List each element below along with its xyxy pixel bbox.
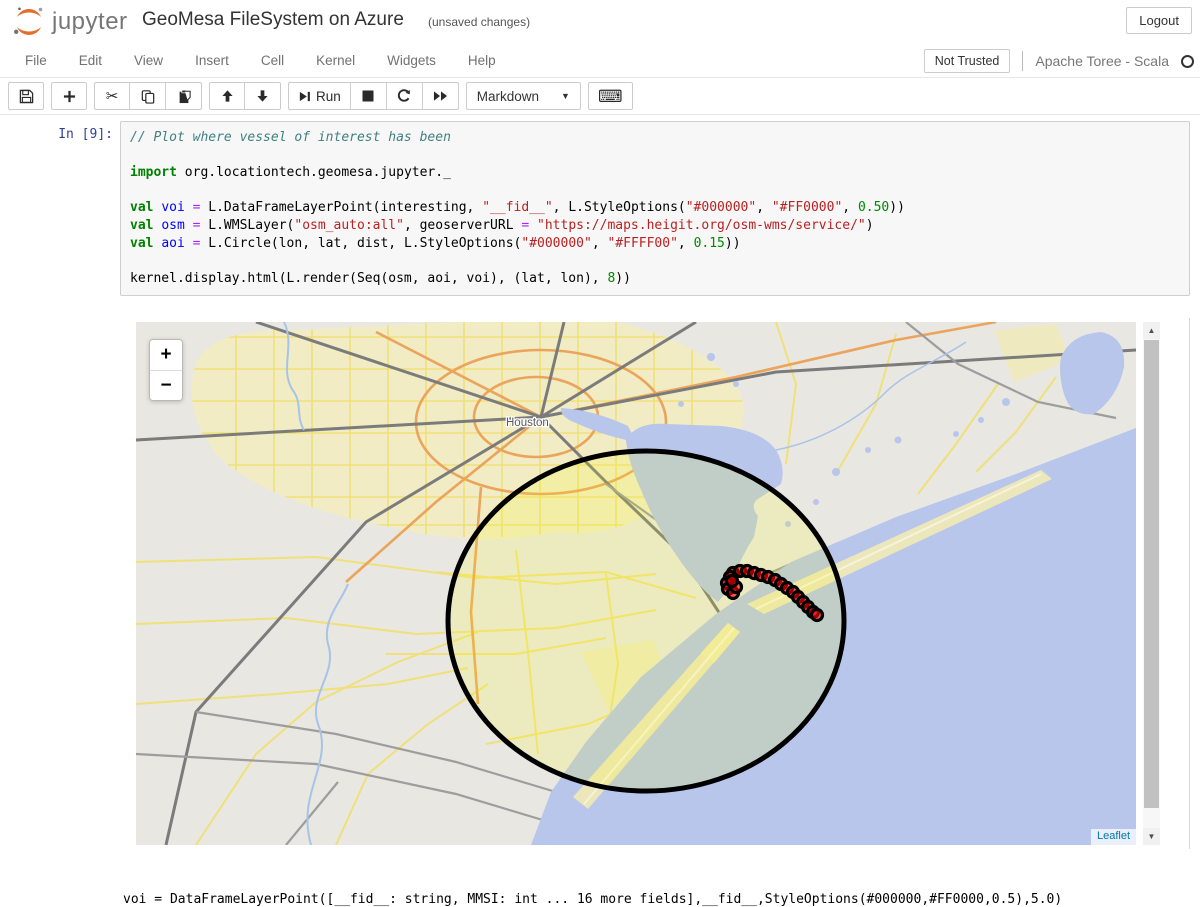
menubar: File Edit View Insert Cell Kernel Widget… — [0, 44, 1200, 78]
menubar-right: Not Trusted Apache Toree - Scala — [924, 44, 1194, 78]
cell-border — [1189, 318, 1190, 849]
stop-button[interactable] — [351, 82, 387, 110]
map-zoom-control: + − — [149, 339, 183, 401]
cell-type-value: Markdown — [477, 89, 539, 104]
restart-icon — [397, 89, 411, 103]
command-palette-button[interactable]: ⌨ — [588, 82, 633, 110]
menu-kernel[interactable]: Kernel — [300, 44, 371, 77]
menu-widgets[interactable]: Widgets — [371, 44, 452, 77]
logout-button[interactable]: Logout — [1126, 7, 1192, 34]
jupyter-logo-icon — [12, 6, 46, 38]
restart-kernel-button[interactable] — [387, 82, 423, 110]
city-label-houston: Houston — [506, 417, 549, 429]
trust-status-badge[interactable]: Not Trusted — [924, 49, 1011, 73]
cell-type-dropdown[interactable]: Markdown ▼ — [466, 82, 581, 110]
zoom-out-button[interactable]: − — [150, 370, 182, 400]
paste-icon — [177, 89, 191, 104]
output-line: voi = DataFrameLayerPoint([__fid__: stri… — [123, 891, 1198, 907]
input-prompt: In [9]: — [0, 127, 113, 142]
code-input-area[interactable]: // Plot where vessel of interest has bee… — [120, 121, 1190, 296]
checkpoint-status: (unsaved changes) — [428, 15, 530, 29]
add-cell-button[interactable] — [51, 82, 87, 110]
chevron-down-icon: ▼ — [561, 91, 570, 101]
menu-edit[interactable]: Edit — [63, 44, 118, 77]
copy-icon — [141, 89, 155, 104]
run-label: Run — [316, 89, 341, 104]
toolbar: ✂ Run — [0, 78, 1200, 115]
logo-wordmark: jupyter — [52, 8, 128, 36]
move-down-icon — [256, 89, 269, 103]
paste-button[interactable] — [166, 82, 202, 110]
move-up-icon — [221, 89, 234, 103]
restart-run-all-button[interactable] — [423, 82, 459, 110]
map-canvas: Houston — [136, 322, 1136, 845]
move-cell-up-button[interactable] — [209, 82, 245, 110]
scrollbar-thumb[interactable] — [1144, 340, 1159, 808]
leaflet-attribution[interactable]: Leaflet — [1091, 829, 1136, 845]
divider — [1022, 51, 1023, 71]
jupyter-logo[interactable]: jupyter — [12, 6, 128, 38]
run-button[interactable]: Run — [288, 82, 351, 110]
move-cell-down-button[interactable] — [245, 82, 281, 110]
kernel-status-icon — [1181, 55, 1194, 68]
fast-forward-icon — [433, 90, 448, 102]
menu-file[interactable]: File — [9, 44, 63, 77]
keyboard-icon: ⌨ — [598, 88, 623, 105]
menu-insert[interactable]: Insert — [179, 44, 245, 77]
aoi-circle — [448, 451, 844, 791]
menu-view[interactable]: View — [118, 44, 179, 77]
header: jupyter GeoMesa FileSystem on Azure (uns… — [0, 0, 1200, 44]
cut-icon: ✂ — [106, 89, 119, 104]
code-editor[interactable]: // Plot where vessel of interest has bee… — [130, 129, 1180, 287]
scroll-down-arrow[interactable]: ▼ — [1143, 828, 1160, 845]
cut-button[interactable]: ✂ — [94, 82, 130, 110]
menu-cell[interactable]: Cell — [245, 44, 300, 77]
save-button[interactable] — [8, 82, 44, 110]
stop-icon — [362, 90, 374, 102]
map-output[interactable]: Houston + − Leaflet — [136, 322, 1136, 845]
copy-button[interactable] — [130, 82, 166, 110]
zoom-in-button[interactable]: + — [150, 340, 182, 370]
add-cell-icon — [63, 90, 76, 103]
menu-help[interactable]: Help — [452, 44, 512, 77]
text-output: voi = DataFrameLayerPoint([__fid__: stri… — [123, 855, 1198, 907]
save-icon — [19, 89, 34, 104]
output-scrollbar[interactable]: ▲ ▼ — [1143, 322, 1160, 845]
scroll-up-arrow[interactable]: ▲ — [1143, 322, 1160, 339]
kernel-name: Apache Toree - Scala — [1035, 53, 1169, 69]
notebook-title[interactable]: GeoMesa FileSystem on Azure — [142, 9, 404, 31]
run-icon — [298, 90, 311, 103]
